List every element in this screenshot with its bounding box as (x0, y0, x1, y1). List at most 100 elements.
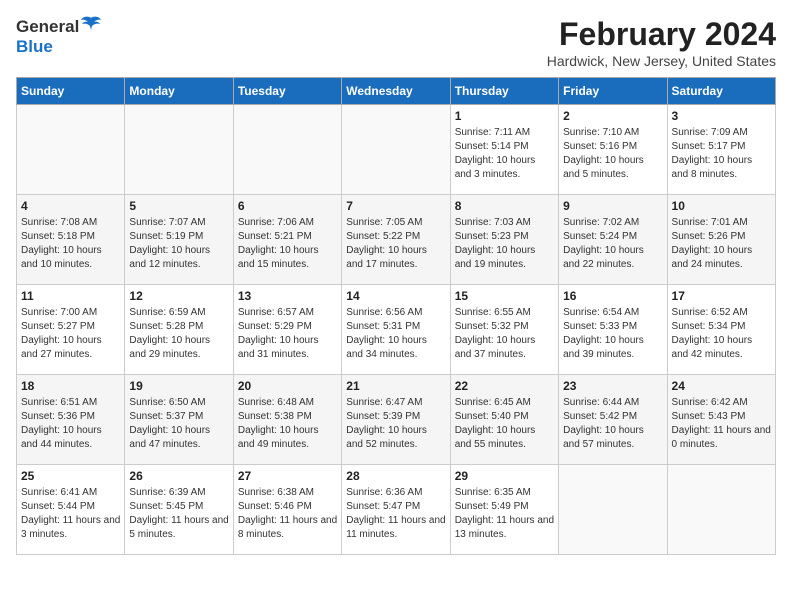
day-number: 20 (238, 379, 337, 393)
day-info: Sunrise: 6:39 AM Sunset: 5:45 PM Dayligh… (129, 486, 228, 542)
day-number: 11 (21, 289, 120, 303)
table-row: 11 Sunrise: 7:00 AM Sunset: 5:27 PM Dayli… (17, 285, 125, 375)
table-row: 3 Sunrise: 7:09 AM Sunset: 5:17 PM Daylig… (667, 105, 775, 195)
table-row: 27 Sunrise: 6:38 AM Sunset: 5:46 PM Dayli… (233, 465, 341, 555)
header-tuesday: Tuesday (233, 78, 341, 105)
table-row: 29Sunrise: 6:35 AM Sunset: 5:49 PM Dayli… (450, 465, 558, 555)
day-info: Sunrise: 6:55 AM Sunset: 5:32 PM Dayligh… (455, 306, 554, 362)
day-number: 8 (455, 199, 554, 213)
page-header: General Blue February 2024 Hardwick, New… (16, 16, 776, 69)
table-row: 5 Sunrise: 7:07 AM Sunset: 5:19 PM Daylig… (125, 195, 233, 285)
table-row: 18 Sunrise: 6:51 AM Sunset: 5:36 PM Dayli… (17, 375, 125, 465)
day-number: 9 (563, 199, 662, 213)
header-wednesday: Wednesday (342, 78, 450, 105)
day-info: Sunrise: 6:47 AM Sunset: 5:39 PM Dayligh… (346, 396, 445, 452)
month-title: February 2024 (547, 16, 776, 53)
day-info: Sunrise: 7:10 AM Sunset: 5:16 PM Dayligh… (563, 126, 662, 182)
title-area: February 2024 Hardwick, New Jersey, Unit… (547, 16, 776, 69)
day-number: 17 (672, 289, 771, 303)
day-info: Sunrise: 7:00 AM Sunset: 5:27 PM Dayligh… (21, 306, 120, 362)
day-info: Sunrise: 6:45 AM Sunset: 5:40 PM Dayligh… (455, 396, 554, 452)
day-number: 22 (455, 379, 554, 393)
logo: General Blue (16, 16, 101, 57)
table-row: 21 Sunrise: 6:47 AM Sunset: 5:39 PM Dayli… (342, 375, 450, 465)
day-info: Sunrise: 7:11 AM Sunset: 5:14 PM Dayligh… (455, 126, 554, 182)
day-info: Sunrise: 6:48 AM Sunset: 5:38 PM Dayligh… (238, 396, 337, 452)
day-info: Sunrise: 7:07 AM Sunset: 5:19 PM Dayligh… (129, 216, 228, 272)
day-info: Sunrise: 6:38 AM Sunset: 5:46 PM Dayligh… (238, 486, 337, 542)
day-info: Sunrise: 6:41 AM Sunset: 5:44 PM Dayligh… (21, 486, 120, 542)
day-number: 13 (238, 289, 337, 303)
day-number: 25 (21, 469, 120, 483)
day-number: 1 (455, 109, 554, 123)
table-row: 19 Sunrise: 6:50 AM Sunset: 5:37 PM Dayli… (125, 375, 233, 465)
day-number: 3 (672, 109, 771, 123)
table-row: 26 Sunrise: 6:39 AM Sunset: 5:45 PM Dayli… (125, 465, 233, 555)
day-info: Sunrise: 7:03 AM Sunset: 5:23 PM Dayligh… (455, 216, 554, 272)
day-info: Sunrise: 6:57 AM Sunset: 5:29 PM Dayligh… (238, 306, 337, 362)
day-number: 10 (672, 199, 771, 213)
table-row (342, 105, 450, 195)
day-info: Sunrise: 7:08 AM Sunset: 5:18 PM Dayligh… (21, 216, 120, 272)
day-info: Sunrise: 7:05 AM Sunset: 5:22 PM Dayligh… (346, 216, 445, 272)
day-number: 12 (129, 289, 228, 303)
table-row: 12 Sunrise: 6:59 AM Sunset: 5:28 PM Dayli… (125, 285, 233, 375)
calendar-body: 1 Sunrise: 7:11 AM Sunset: 5:14 PM Daylig… (17, 105, 776, 555)
table-row: 1 Sunrise: 7:11 AM Sunset: 5:14 PM Daylig… (450, 105, 558, 195)
table-row: 14 Sunrise: 6:56 AM Sunset: 5:31 PM Dayli… (342, 285, 450, 375)
table-row: 22 Sunrise: 6:45 AM Sunset: 5:40 PM Dayli… (450, 375, 558, 465)
table-row: 7Sunrise: 7:05 AM Sunset: 5:22 PM Daylig… (342, 195, 450, 285)
day-number: 19 (129, 379, 228, 393)
day-info: Sunrise: 6:50 AM Sunset: 5:37 PM Dayligh… (129, 396, 228, 452)
calendar-header: Sunday Monday Tuesday Wednesday Thursday… (17, 78, 776, 105)
table-row (233, 105, 341, 195)
day-info: Sunrise: 7:09 AM Sunset: 5:17 PM Dayligh… (672, 126, 771, 182)
day-info: Sunrise: 6:59 AM Sunset: 5:28 PM Dayligh… (129, 306, 228, 362)
day-info: Sunrise: 6:52 AM Sunset: 5:34 PM Dayligh… (672, 306, 771, 362)
table-row (667, 465, 775, 555)
table-row (125, 105, 233, 195)
location-subtitle: Hardwick, New Jersey, United States (547, 53, 776, 69)
day-number: 27 (238, 469, 337, 483)
table-row (17, 105, 125, 195)
day-number: 14 (346, 289, 445, 303)
day-number: 24 (672, 379, 771, 393)
day-number: 5 (129, 199, 228, 213)
day-number: 16 (563, 289, 662, 303)
table-row: 25 Sunrise: 6:41 AM Sunset: 5:44 PM Dayli… (17, 465, 125, 555)
table-row: 4 Sunrise: 7:08 AM Sunset: 5:18 PM Daylig… (17, 195, 125, 285)
table-row: 24 Sunrise: 6:42 AM Sunset: 5:43 PM Dayli… (667, 375, 775, 465)
table-row: 20 Sunrise: 6:48 AM Sunset: 5:38 PM Dayli… (233, 375, 341, 465)
logo-general-text: General (16, 17, 79, 37)
header-friday: Friday (559, 78, 667, 105)
day-number: 21 (346, 379, 445, 393)
table-row: 15Sunrise: 6:55 AM Sunset: 5:32 PM Dayli… (450, 285, 558, 375)
table-row: 10 Sunrise: 7:01 AM Sunset: 5:26 PM Dayli… (667, 195, 775, 285)
day-info: Sunrise: 7:01 AM Sunset: 5:26 PM Dayligh… (672, 216, 771, 272)
day-info: Sunrise: 6:42 AM Sunset: 5:43 PM Dayligh… (672, 396, 771, 452)
day-number: 23 (563, 379, 662, 393)
logo-bird-icon (81, 16, 101, 37)
day-info: Sunrise: 6:56 AM Sunset: 5:31 PM Dayligh… (346, 306, 445, 362)
day-number: 26 (129, 469, 228, 483)
header-sunday: Sunday (17, 78, 125, 105)
header-thursday: Thursday (450, 78, 558, 105)
table-row: 28Sunrise: 6:36 AM Sunset: 5:47 PM Dayli… (342, 465, 450, 555)
table-row: 13 Sunrise: 6:57 AM Sunset: 5:29 PM Dayli… (233, 285, 341, 375)
table-row: 23Sunrise: 6:44 AM Sunset: 5:42 PM Dayli… (559, 375, 667, 465)
day-number: 4 (21, 199, 120, 213)
day-info: Sunrise: 7:02 AM Sunset: 5:24 PM Dayligh… (563, 216, 662, 272)
table-row: 17 Sunrise: 6:52 AM Sunset: 5:34 PM Dayli… (667, 285, 775, 375)
day-info: Sunrise: 6:54 AM Sunset: 5:33 PM Dayligh… (563, 306, 662, 362)
day-number: 18 (21, 379, 120, 393)
day-info: Sunrise: 7:06 AM Sunset: 5:21 PM Dayligh… (238, 216, 337, 272)
day-info: Sunrise: 6:51 AM Sunset: 5:36 PM Dayligh… (21, 396, 120, 452)
table-row: 8 Sunrise: 7:03 AM Sunset: 5:23 PM Daylig… (450, 195, 558, 285)
header-monday: Monday (125, 78, 233, 105)
day-number: 28 (346, 469, 445, 483)
day-number: 29 (455, 469, 554, 483)
table-row (559, 465, 667, 555)
table-row: 6Sunrise: 7:06 AM Sunset: 5:21 PM Daylig… (233, 195, 341, 285)
logo-blue-text: Blue (16, 37, 53, 56)
table-row: 2Sunrise: 7:10 AM Sunset: 5:16 PM Daylig… (559, 105, 667, 195)
